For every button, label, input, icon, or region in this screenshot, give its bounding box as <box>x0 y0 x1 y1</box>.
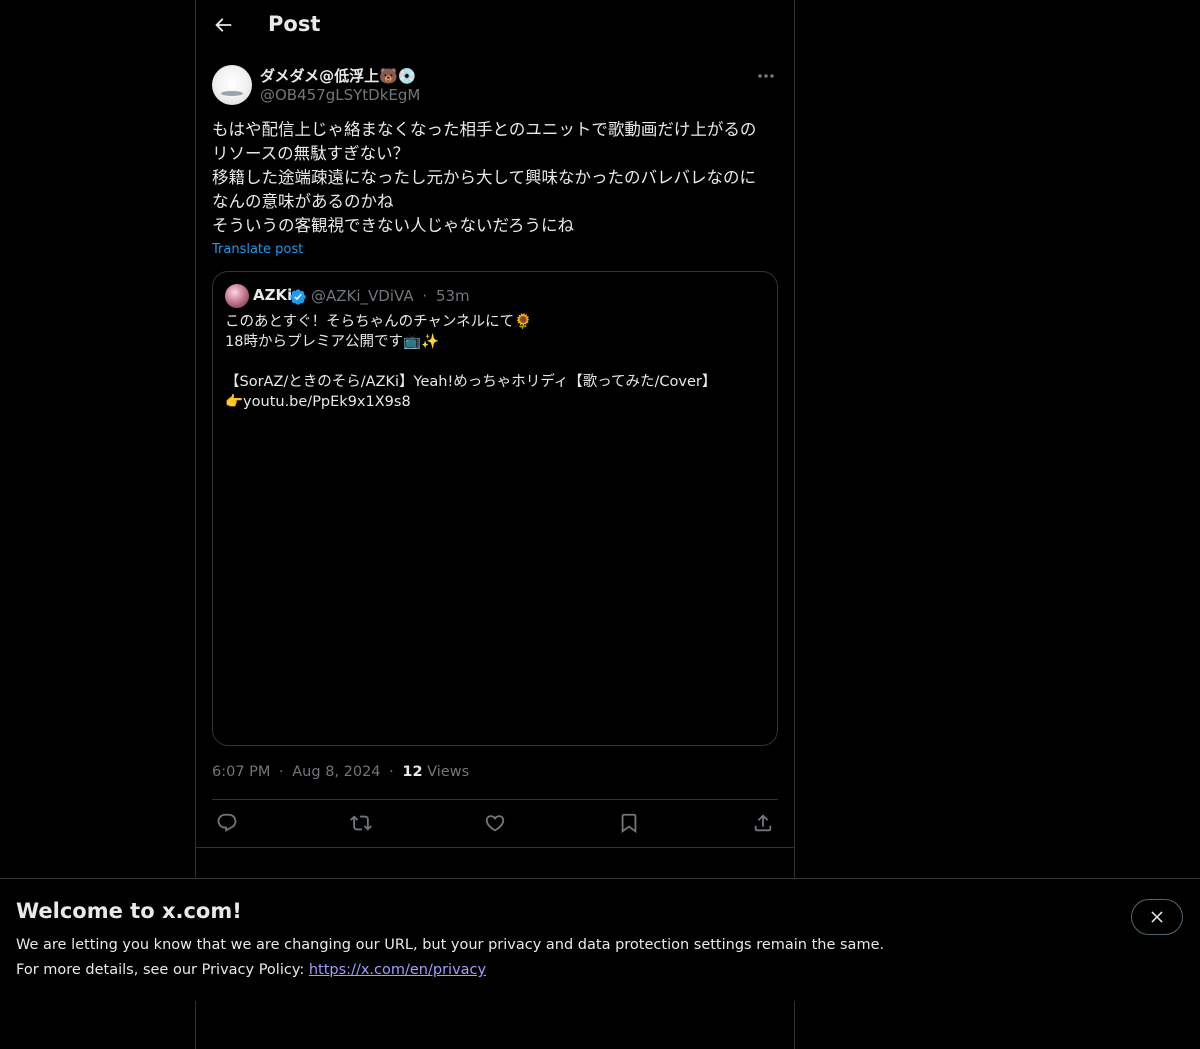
verified-badge-icon <box>290 289 306 305</box>
quoted-author-name: AZKi <box>253 286 293 304</box>
author-handle[interactable]: @OB457gLSYtDkEgM <box>260 86 420 104</box>
banner-privacy-prefix: For more details, see our Privacy Policy… <box>16 962 309 978</box>
bookmark-button[interactable] <box>618 812 642 836</box>
views-count: 12 <box>402 764 423 780</box>
privacy-policy-link[interactable]: https://x.com/en/privacy <box>309 962 486 978</box>
share-button[interactable] <box>752 812 776 836</box>
post-text: もはや配信上じゃ絡まなくなった相手とのユニットで歌動画だけ上がるの リソースの無… <box>212 120 757 235</box>
views-label: Views <box>427 764 470 780</box>
share-icon <box>754 814 772 832</box>
quoted-avatar <box>225 284 249 308</box>
close-icon <box>1151 911 1163 923</box>
post-time[interactable]: 6:07 PM <box>212 764 270 780</box>
like-button[interactable] <box>484 812 508 836</box>
translate-post-link[interactable]: Translate post <box>212 242 303 257</box>
close-banner-button[interactable] <box>1131 899 1183 935</box>
url-change-banner: Welcome to x.com! We are letting you kno… <box>0 878 1200 1001</box>
retweet-icon <box>350 815 372 831</box>
arrow-left-icon <box>215 18 232 32</box>
heart-icon <box>485 815 505 832</box>
banner-privacy-line: For more details, see our Privacy Policy… <box>16 962 486 978</box>
quoted-handle: @AZKi_VDiVA <box>311 287 414 305</box>
banner-title: Welcome to x.com! <box>16 899 242 923</box>
divider <box>196 847 794 848</box>
reply-button[interactable] <box>216 812 240 836</box>
banner-message: We are letting you know that we are chan… <box>16 937 885 953</box>
avatar[interactable] <box>212 65 252 105</box>
quoted-time: 53m <box>435 287 470 305</box>
separator: · <box>279 764 284 780</box>
post-author: ダメダメ@低浮上🐻💿 @OB457gLSYtDkEgM <box>212 64 778 108</box>
more-options-button[interactable] <box>754 66 778 86</box>
quoted-author-meta: @AZKi_VDiVA · 53m <box>311 287 470 305</box>
bookmark-icon <box>621 813 637 834</box>
back-button[interactable] <box>212 14 236 38</box>
action-bar <box>212 799 778 848</box>
author-display-name[interactable]: ダメダメ@低浮上🐻💿 <box>260 65 416 86</box>
more-dots-icon <box>758 74 774 78</box>
page-title: Post <box>268 12 321 36</box>
post-date[interactable]: Aug 8, 2024 <box>292 764 380 780</box>
top-bar: Post <box>196 0 794 53</box>
separator: · <box>422 287 428 305</box>
quoted-post-text: このあとすぐ！そらちゃんのチャンネルにて🌻 18時からプレミア公開です📺✨ 【S… <box>225 314 717 410</box>
separator: · <box>389 764 394 780</box>
quoted-post[interactable]: AZKi @AZKi_VDiVA · 53m このあとすぐ！そらちゃんのチャンネ… <box>212 271 778 746</box>
reply-icon <box>217 813 237 832</box>
post-meta: 6:07 PM · Aug 8, 2024 · 12 Views <box>212 764 469 780</box>
retweet-button[interactable] <box>350 812 374 836</box>
